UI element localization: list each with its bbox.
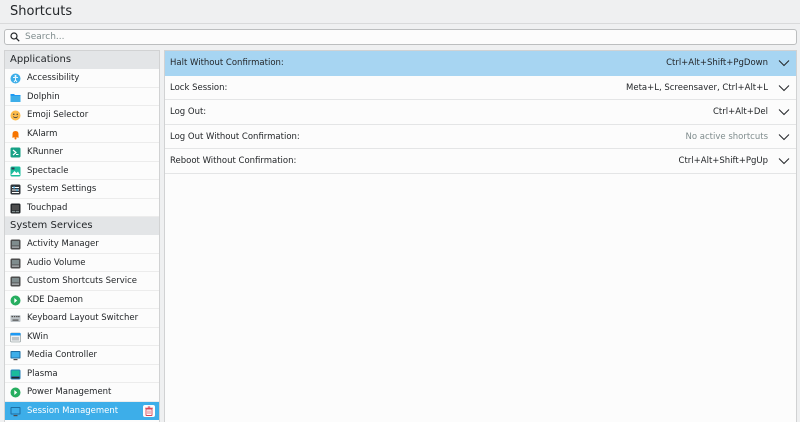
media-icon: [10, 351, 21, 361]
sidebar-item-label: Session Management: [27, 405, 119, 416]
kwin-icon: [10, 332, 21, 342]
shortcut-keys-label: Ctrl+Alt+Shift+PgDown: [666, 58, 768, 68]
sidebar-item-label: Keyboard Layout Switcher: [27, 313, 139, 323]
page-title: Shortcuts: [10, 4, 73, 19]
sidebar-item-label: KDE Daemon: [27, 294, 84, 305]
session-icon: [10, 406, 21, 416]
chevron-down-icon[interactable]: [778, 156, 790, 166]
sidebar-item-audio-volume[interactable]: Audio Volume: [5, 254, 159, 272]
emoji-icon: [10, 110, 21, 121]
shortcut-action-label: Lock Session:: [170, 82, 228, 93]
shortcut-row-log-out[interactable]: Log Out: Ctrl+Alt+Del: [165, 100, 796, 125]
sidebar-item-system-settings[interactable]: System Settings: [5, 180, 159, 199]
component-list: Applications Accessibility Dolphin Emoji S…: [4, 50, 160, 422]
shortcut-action-label: Log Out:: [170, 107, 207, 117]
shortcut-row-log-out-without-confirmation[interactable]: Log Out Without Confirmation: No active s…: [165, 125, 796, 149]
sidebar-item-dolphin[interactable]: Dolphin: [5, 88, 159, 106]
sidebar-item-label: Activity Manager: [27, 239, 99, 249]
plasma-icon: [10, 369, 21, 379]
delete-icon[interactable]: [143, 404, 155, 417]
shortcut-row-halt-without-confirmation[interactable]: Halt Without Confirmation: Ctrl+Alt+Shift…: [165, 51, 796, 76]
activity-icon: [10, 239, 21, 250]
chevron-down-icon[interactable]: [778, 107, 790, 117]
sidebar-item-kwin[interactable]: KWin: [5, 328, 159, 346]
sidebar-item-activity-manager[interactable]: Activity Manager: [5, 235, 159, 254]
sidebar-item-label: Plasma: [27, 368, 58, 379]
sidebar-item-plasma[interactable]: Plasma: [5, 365, 159, 383]
shortcut-keys-label: Ctrl+Alt+Del: [712, 107, 768, 117]
sidebar-item-label: KWin: [27, 331, 49, 342]
search-icon: [10, 32, 20, 42]
window-header: Shortcuts: [0, 0, 800, 24]
chevron-down-icon[interactable]: [778, 132, 790, 142]
spectacle-icon: [10, 166, 21, 176]
section-header-applications: Applications: [5, 51, 159, 69]
sidebar-item-kalarm[interactable]: KAlarm: [5, 125, 159, 143]
shortcut-action-label: Log Out Without Confirmation:: [170, 131, 300, 142]
sidebar-item-label: System Settings: [27, 184, 97, 194]
sidebar-item-label: Spectacle: [27, 165, 69, 176]
touchpad-icon: [10, 203, 21, 213]
kde-daemon-icon: [10, 295, 21, 305]
krunner-icon: [10, 147, 21, 158]
sidebar-item-label: Media Controller: [27, 350, 98, 360]
sidebar-item-touchpad[interactable]: Touchpad: [5, 199, 159, 217]
system-services-list: Activity Manager Audio Volume Custom Short…: [5, 235, 159, 420]
sidebar-item-media-controller[interactable]: Media Controller: [5, 346, 159, 365]
sidebar-item-label: Audio Volume: [27, 257, 86, 268]
shortcut-row-lock-session[interactable]: Lock Session: Meta+L, Screensaver, Ctrl+A…: [165, 76, 796, 100]
sidebar-item-spectacle[interactable]: Spectacle: [5, 162, 159, 180]
sidebar-item-label: Custom Shortcuts Service: [27, 276, 138, 286]
sidebar-item-label: KAlarm: [27, 128, 58, 139]
shortcut-keys-label: Ctrl+Alt+Shift+PgUp: [678, 156, 768, 166]
search-input[interactable]: [25, 30, 785, 44]
section-header-system-services: System Services: [5, 217, 159, 235]
sidebar-item-label: Touchpad: [27, 202, 68, 213]
sidebar-item-keyboard-layout-switcher[interactable]: Keyboard Layout Switcher: [5, 309, 159, 328]
sidebar-item-label: Power Management: [27, 387, 112, 397]
shortcut-keys-label: No active shortcuts: [685, 131, 768, 142]
sidebar-item-power-management[interactable]: Power Management: [5, 383, 159, 402]
shortcuts-panel: Halt Without Confirmation: Ctrl+Alt+Shift…: [164, 50, 797, 422]
bell-icon: [12, 130, 19, 139]
custom-shortcuts-icon: [10, 276, 21, 287]
sidebar-item-krunner[interactable]: KRunner: [5, 143, 159, 162]
power-icon: [10, 387, 21, 398]
shortcut-list: Halt Without Confirmation: Ctrl+Alt+Shift…: [165, 51, 796, 174]
audio-icon: [10, 258, 21, 268]
sidebar-item-label: Accessibility: [27, 73, 80, 83]
sidebar-item-label: KRunner: [27, 147, 63, 157]
settings-icon: [10, 184, 21, 195]
search-box[interactable]: [4, 29, 797, 45]
shortcut-keys-label: Meta+L, Screensaver, Ctrl+Alt+L: [626, 82, 768, 93]
accessibility-icon: [10, 73, 21, 84]
folder-icon: [10, 93, 21, 102]
sidebar-item-label: Emoji Selector: [27, 110, 89, 120]
shortcut-row-reboot-without-confirmation[interactable]: Reboot Without Confirmation: Ctrl+Alt+Shi…: [165, 149, 796, 174]
sidebar-item-custom-shortcuts-service[interactable]: Custom Shortcuts Service: [5, 272, 159, 291]
sidebar-item-label: Dolphin: [27, 91, 60, 102]
chevron-down-icon[interactable]: [778, 58, 790, 68]
sidebar-item-kde-daemon[interactable]: KDE Daemon: [5, 291, 159, 309]
keyboard-icon: [10, 315, 21, 322]
sidebar-item-accessibility[interactable]: Accessibility: [5, 69, 159, 88]
chevron-down-icon[interactable]: [778, 83, 790, 93]
sidebar-item-emoji-selector[interactable]: Emoji Selector: [5, 106, 159, 125]
shortcut-action-label: Halt Without Confirmation:: [170, 58, 284, 68]
sidebar-item-session-management[interactable]: Session Management: [5, 401, 159, 420]
shortcut-action-label: Reboot Without Confirmation:: [170, 156, 297, 166]
applications-list: Accessibility Dolphin Emoji Selector KAlarm…: [5, 69, 159, 217]
